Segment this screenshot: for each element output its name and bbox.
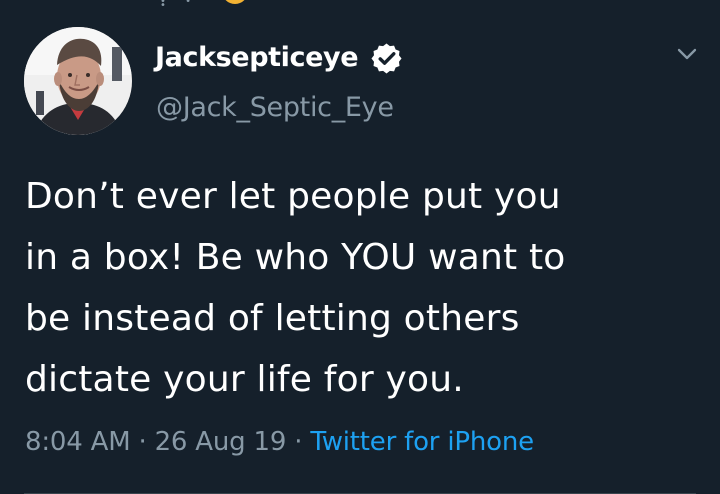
display-name[interactable]: Jacksepticeye	[155, 41, 359, 75]
avatar[interactable]	[24, 27, 132, 135]
tweet-text-line: dictate your life for you.	[25, 359, 464, 400]
tweet-date: 26 Aug 19	[154, 427, 287, 457]
metadata-separator: ·	[294, 427, 303, 457]
chevron-down-icon[interactable]	[675, 42, 699, 66]
tweet-metadata: 8:04 AM · 26 Aug 19 · Twitter for iPhone	[25, 423, 534, 461]
tweet-source-link[interactable]: Twitter for iPhone	[310, 427, 534, 457]
metadata-separator: ·	[138, 427, 147, 457]
profile-photo-icon	[24, 27, 132, 135]
tweet-text-line: in a box! Be who YOU want to	[25, 237, 566, 278]
verified-badge-icon	[371, 43, 402, 74]
tweet-text-line: Don’t ever let people put you	[25, 176, 561, 217]
tweet-card[interactable]: Jacksepticeye @Jack_Septic_Eye Don’t eve…	[0, 0, 720, 494]
tweet-text-line: be instead of letting others	[25, 298, 520, 339]
tweet-text: Don’t ever let people put you in a box! …	[25, 166, 675, 410]
user-handle[interactable]: @Jack_Septic_Eye	[156, 91, 394, 125]
tweet-time: 8:04 AM	[25, 427, 131, 457]
